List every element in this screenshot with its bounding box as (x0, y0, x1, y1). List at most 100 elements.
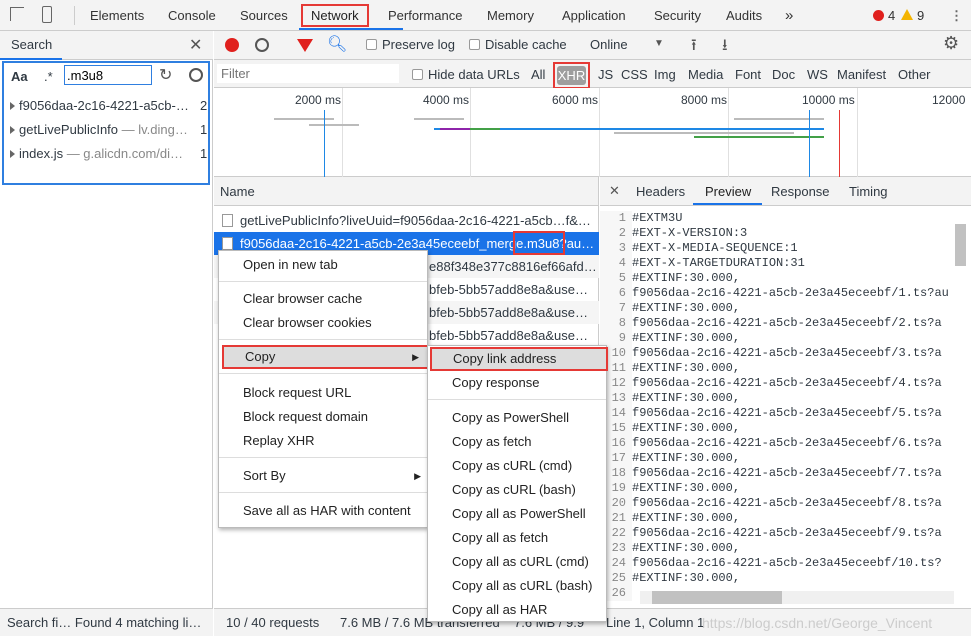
warning-icon[interactable] (901, 9, 913, 20)
menu-copy-curl-cmd[interactable]: Copy as cURL (cmd) (428, 454, 606, 478)
result-count: 1 (200, 146, 208, 161)
tab-network[interactable]: Network (301, 4, 369, 27)
filter-icon[interactable] (297, 39, 313, 52)
filter-type-js[interactable]: JS (598, 67, 613, 82)
tab-performance[interactable]: Performance (388, 0, 462, 31)
menu-clear-cache[interactable]: Clear browser cache (219, 287, 427, 311)
menu-copy-all-fetch[interactable]: Copy all as fetch (428, 526, 606, 550)
request-name: getLivePublicInfo?liveUuid=f9056daa-2c16… (240, 213, 591, 228)
document-icon (222, 214, 233, 227)
filter-input[interactable] (217, 64, 399, 83)
search-result[interactable]: getLivePublicInfo — lv.ding… 1 (10, 118, 210, 142)
menu-copy[interactable]: Copy ▶ (222, 345, 429, 369)
search-result[interactable]: index.js — g.alicdn.com/di… 1 (10, 142, 210, 166)
tab-console[interactable]: Console (168, 0, 216, 31)
tab-security[interactable]: Security (654, 0, 701, 31)
menu-copy-link-address[interactable]: Copy link address (430, 347, 608, 371)
device-toolbar-icon[interactable] (42, 6, 52, 23)
vertical-scrollbar[interactable] (955, 224, 966, 266)
tab-preview[interactable]: Preview (705, 184, 751, 199)
filter-type-manifest[interactable]: Manifest (837, 67, 886, 82)
clear-icon[interactable] (255, 38, 269, 52)
line-number: 2 (600, 226, 632, 241)
filter-type-xhr[interactable]: XHR (557, 66, 586, 85)
tab-response[interactable]: Response (771, 184, 830, 199)
match-case-toggle[interactable]: Aa (11, 69, 28, 84)
line-text: f9056daa-2c16-4221-a5cb-2e3a45eceebf/4.t… (632, 376, 942, 390)
menu-copy-powershell[interactable]: Copy as PowerShell (428, 406, 606, 430)
menu-save-har[interactable]: Save all as HAR with content (219, 499, 427, 523)
line-number: 5 (600, 271, 632, 286)
tick-label: 10000 ms (802, 93, 855, 107)
import-har-icon[interactable]: ⭱ (691, 34, 697, 61)
tab-headers[interactable]: Headers (636, 184, 685, 199)
submenu-arrow-icon: ▶ (412, 352, 419, 362)
tick-label: 6000 ms (552, 93, 599, 107)
tab-sources[interactable]: Sources (240, 0, 288, 31)
menu-sort-by[interactable]: Sort By ▶ (219, 464, 427, 488)
horizontal-scrollbar[interactable] (640, 591, 954, 604)
menu-copy-all-curl-cmd[interactable]: Copy all as cURL (cmd) (428, 550, 606, 574)
divider (219, 457, 427, 458)
result-name: getLivePublicInfo (19, 122, 119, 137)
line-text: f9056daa-2c16-4221-a5cb-2e3a45eceebf/5.t… (632, 406, 942, 420)
gear-icon[interactable]: ⚙ (943, 33, 959, 54)
filter-type-img[interactable]: Img (654, 67, 676, 82)
chevron-down-icon[interactable]: ▼ (654, 38, 664, 49)
menu-copy-all-curl-bash[interactable]: Copy all as cURL (bash) (428, 574, 606, 598)
tab-elements[interactable]: Elements (90, 0, 144, 31)
preserve-log-checkbox[interactable]: Preserve log (366, 37, 455, 52)
tab-timing[interactable]: Timing (849, 184, 888, 199)
filter-type-doc[interactable]: Doc (772, 67, 795, 82)
filter-type-other[interactable]: Other (898, 67, 931, 82)
hide-data-urls-label: Hide data URLs (428, 67, 520, 82)
filter-type-media[interactable]: Media (688, 67, 723, 82)
preview-content[interactable]: 1 #EXTM3U 2 #EXT-X-VERSION:3 3 #EXT-X-MEDIA-S… (600, 207, 971, 604)
menu-copy-fetch[interactable]: Copy as fetch (428, 430, 606, 454)
throttle-select[interactable]: Online (590, 37, 628, 52)
filter-type-all[interactable]: All (531, 67, 545, 82)
tab-audits[interactable]: Audits (726, 0, 762, 31)
name-column-header[interactable]: Name (220, 184, 255, 199)
menu-copy-curl-bash[interactable]: Copy as cURL (bash) (428, 478, 606, 502)
timeline-overview[interactable]: 2000 ms 4000 ms 6000 ms 8000 ms 10000 ms… (214, 88, 971, 177)
error-count[interactable]: 4 (888, 0, 895, 31)
filter-bar: Hide data URLs All XHR JS CSS Img Media … (214, 60, 971, 89)
menu-kebab-icon[interactable]: ⋮ (950, 0, 963, 31)
regex-toggle[interactable]: .* (44, 69, 53, 84)
filter-type-css[interactable]: CSS (621, 67, 648, 82)
disable-cache-checkbox[interactable]: Disable cache (469, 37, 567, 52)
filter-type-font[interactable]: Font (735, 67, 761, 82)
menu-block-domain[interactable]: Block request domain (219, 405, 427, 429)
close-detail-icon[interactable]: ✕ (609, 183, 620, 199)
menu-open-new-tab[interactable]: Open in new tab (219, 253, 427, 277)
menu-copy-response[interactable]: Copy response (428, 371, 606, 395)
tab-memory[interactable]: Memory (487, 0, 534, 31)
inspect-element-icon[interactable] (10, 7, 24, 21)
divider (219, 492, 427, 493)
timeline-bar (734, 118, 824, 120)
close-icon[interactable]: ✕ (189, 35, 202, 55)
clear-icon[interactable] (189, 68, 203, 82)
error-icon[interactable] (873, 10, 884, 21)
menu-replay-xhr[interactable]: Replay XHR (219, 429, 427, 453)
export-har-icon[interactable]: ⭳ (722, 34, 728, 61)
line-number: 8 (600, 316, 632, 331)
menu-block-url[interactable]: Block request URL (219, 381, 427, 405)
warning-count[interactable]: 9 (917, 0, 924, 31)
refresh-icon[interactable]: ↻ (159, 65, 172, 85)
tab-application[interactable]: Application (562, 0, 626, 31)
menu-copy-all-powershell[interactable]: Copy all as PowerShell (428, 502, 606, 526)
search-input[interactable] (64, 65, 152, 85)
record-icon[interactable] (225, 38, 239, 52)
menu-copy-all-har[interactable]: Copy all as HAR (428, 598, 606, 622)
line-text: #EXTINF:30.000, (632, 391, 741, 405)
hide-data-urls-checkbox[interactable]: Hide data URLs (412, 67, 520, 82)
more-tabs-button[interactable]: » (785, 0, 793, 31)
request-row[interactable]: getLivePublicInfo?liveUuid=f9056daa-2c16… (214, 209, 599, 232)
filter-type-ws[interactable]: WS (807, 67, 828, 82)
menu-clear-cookies[interactable]: Clear browser cookies (219, 311, 427, 335)
search-result[interactable]: f9056daa-2c16-4221-a5cb-… 2 (10, 94, 210, 118)
scrollbar-thumb[interactable] (652, 591, 782, 604)
search-icon[interactable]: 🔍︎ (327, 34, 347, 54)
